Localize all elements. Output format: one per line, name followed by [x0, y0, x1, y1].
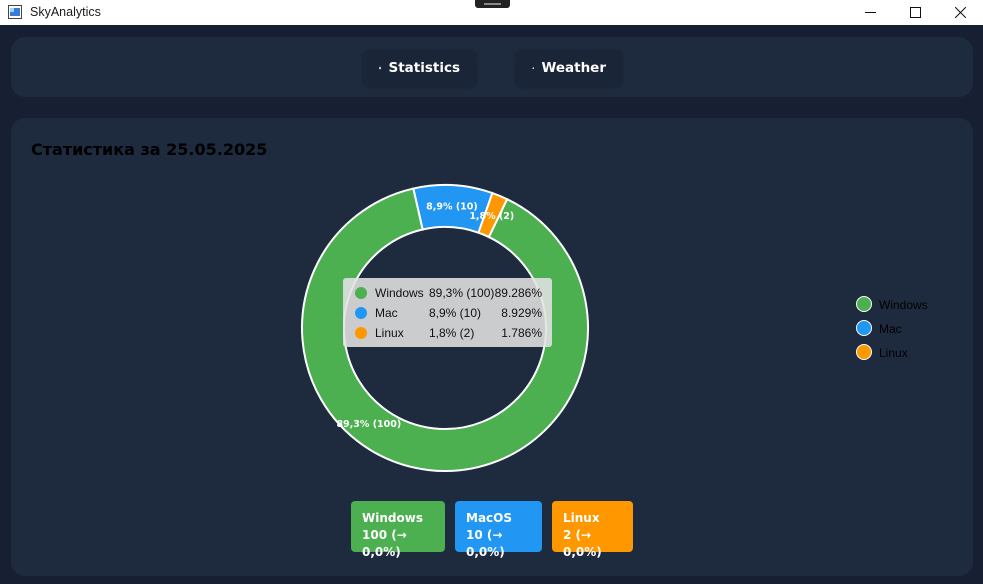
tooltip-value: 89,3% (100) [429, 286, 495, 300]
weather-tab[interactable]: Weather [516, 50, 622, 86]
statistics-tab-label: Statistics [388, 60, 460, 76]
legend-label: Windows [879, 298, 928, 312]
legend-swatch [856, 320, 872, 336]
linux-swatch [355, 327, 367, 339]
maximize-button[interactable] [892, 0, 938, 25]
stat-card-value: 10 (→ 0,0%) [466, 528, 505, 559]
chart-tooltip: Windows 89,3% (100) 89.286% Mac 8,9% (10… [343, 278, 552, 347]
tooltip-value: 8,9% (10) [429, 306, 482, 320]
minimize-button[interactable] [847, 0, 893, 25]
stat-card-macos: MacOS 10 (→ 0,0%) [455, 501, 542, 559]
slice-label-linux: 1,8% (2) [469, 211, 514, 222]
statistics-panel: Статистика за 25.05.2025 89,3% (100) 8,9%… [11, 118, 973, 576]
stat-card-title: Windows [362, 511, 423, 525]
tooltip-percent: 8.929% [501, 306, 542, 320]
bar-chart-icon [379, 66, 382, 70]
tooltip-name: Windows [375, 286, 424, 300]
tooltip-row: Mac 8,9% (10) 8.929% [343, 305, 552, 323]
stat-card-windows: Windows 100 (→ 0,0%) [351, 501, 445, 559]
stat-card-title: Linux [563, 511, 600, 525]
tooltip-value: 1,8% (2) [429, 326, 475, 340]
minimize-icon [864, 12, 876, 13]
snap-grip[interactable] [475, 0, 510, 8]
legend-swatch [856, 344, 872, 360]
nav-card: Statistics Weather [11, 37, 973, 97]
tooltip-row: Windows 89,3% (100) 89.286% [343, 285, 552, 303]
tooltip-name: Mac [375, 306, 398, 320]
maximize-icon [909, 7, 921, 18]
legend-swatch [856, 296, 872, 312]
window-title: SkyAnalytics [30, 5, 101, 19]
legend-label: Linux [879, 346, 908, 360]
legend-label: Mac [879, 322, 902, 336]
tooltip-percent: 89.286% [494, 286, 542, 300]
app-icon [8, 5, 22, 19]
weather-tab-label: Weather [541, 60, 606, 76]
stat-card-title: MacOS [466, 511, 512, 525]
tooltip-percent: 1.786% [501, 326, 542, 340]
title-bar: SkyAnalytics [0, 0, 983, 25]
close-button[interactable] [937, 0, 983, 25]
tooltip-name: Linux [375, 326, 404, 340]
statistics-tab[interactable]: Statistics [363, 50, 476, 86]
stat-card-linux: Linux 2 (→ 0,0%) [552, 501, 633, 559]
close-icon [954, 7, 966, 18]
windows-swatch [355, 287, 367, 299]
stat-card-value: 100 (→ 0,0%) [362, 528, 407, 559]
weather-icon [532, 67, 535, 69]
tooltip-row: Linux 1,8% (2) 1.786% [343, 325, 552, 343]
stat-card-value: 2 (→ 0,0%) [563, 528, 602, 559]
slice-label-windows: 89,3% (100) [336, 419, 401, 430]
mac-swatch [355, 307, 367, 319]
